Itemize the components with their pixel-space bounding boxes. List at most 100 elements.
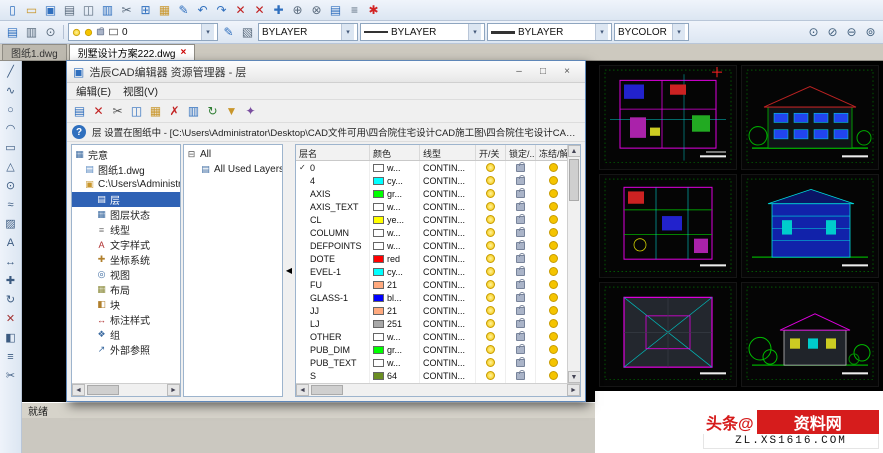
lock-icon[interactable] xyxy=(516,281,525,289)
layer-combo[interactable]: 0 ▾ xyxy=(68,23,218,41)
freeze-sun-icon[interactable] xyxy=(549,371,558,380)
freeze-sun-icon[interactable] xyxy=(549,267,558,276)
column-header-linetype[interactable]: 线型 xyxy=(420,145,476,160)
on-off-bulb-icon[interactable] xyxy=(486,228,495,237)
copy-icon[interactable]: ◫ xyxy=(128,103,145,119)
on-off-bulb-icon[interactable] xyxy=(486,241,495,250)
paste-icon[interactable]: ▦ xyxy=(147,103,164,119)
drawing-viewport-grid[interactable] xyxy=(595,61,883,391)
layer-color-cell[interactable]: 21 xyxy=(370,278,420,291)
layer-linetype-cell[interactable]: CONTIN... xyxy=(420,174,476,187)
layer-row[interactable]: AXIS_TEXT w... CONTIN... xyxy=(296,200,567,213)
column-header-lock[interactable]: 锁定/... xyxy=(506,145,536,160)
open-file-icon[interactable]: ▭ xyxy=(23,2,40,18)
layer-row[interactable]: CL ye... CONTIN... xyxy=(296,213,567,226)
layer-linetype-cell[interactable]: CONTIN... xyxy=(420,265,476,278)
delete-icon[interactable]: ✗ xyxy=(166,103,183,119)
lock-icon[interactable] xyxy=(516,359,525,367)
on-off-bulb-icon[interactable] xyxy=(486,267,495,276)
tree-item[interactable]: ↔ 标注样式 xyxy=(72,312,180,327)
layers-icon[interactable]: ▤ xyxy=(327,2,344,18)
circle-tool-icon[interactable]: ○ xyxy=(3,102,19,117)
cut-icon[interactable]: ✂ xyxy=(118,2,135,18)
erase-icon[interactable]: ✕ xyxy=(232,2,249,18)
layer-row[interactable]: JJ 21 CONTIN... xyxy=(296,304,567,317)
tree-item[interactable]: ✚ 坐标系统 xyxy=(72,252,180,267)
make-object-layer-icon[interactable]: ✎ xyxy=(220,24,237,40)
layer-row[interactable]: DOTE red CONTIN... xyxy=(296,252,567,265)
publish-icon[interactable]: ▥ xyxy=(99,2,116,18)
layer-linetype-cell[interactable]: CONTIN... xyxy=(420,239,476,252)
lock-icon[interactable] xyxy=(516,242,525,250)
chevron-down-icon[interactable]: ▾ xyxy=(468,24,481,40)
column-header-on-off[interactable]: 开/关 xyxy=(476,145,506,160)
chevron-down-icon[interactable]: ▾ xyxy=(341,24,354,40)
close-tab-icon[interactable]: × xyxy=(181,47,187,58)
offset-tool-icon[interactable]: ≡ xyxy=(3,349,19,364)
on-off-bulb-icon[interactable] xyxy=(486,293,495,302)
close-button[interactable]: × xyxy=(555,64,579,80)
scroll-right-icon[interactable]: ► xyxy=(567,384,580,396)
new-layer-icon[interactable]: ▤ xyxy=(71,103,88,119)
tab-villa-design[interactable]: 别墅设计方案222.dwg × xyxy=(69,44,196,60)
on-off-bulb-icon[interactable] xyxy=(486,371,495,380)
layer-row[interactable]: PUB_DIM gr... CONTIN... xyxy=(296,343,567,356)
erase-tool-icon[interactable]: ✕ xyxy=(3,311,19,326)
save-icon[interactable]: ▣ xyxy=(42,2,59,18)
help-icon[interactable]: ? xyxy=(72,125,86,139)
layer-row[interactable]: ✓0 w... CONTIN... xyxy=(296,161,567,174)
layer-color-cell[interactable]: w... xyxy=(370,239,420,252)
cut-icon[interactable]: ✂ xyxy=(109,103,126,119)
layer-color-cell[interactable]: 64 xyxy=(370,369,420,382)
text-tool-icon[interactable]: A xyxy=(3,235,19,250)
lock-icon[interactable] xyxy=(516,177,525,185)
dimension-tool-icon[interactable]: ↔ xyxy=(3,254,19,269)
lock-icon[interactable] xyxy=(516,307,525,315)
lock-icon[interactable] xyxy=(516,190,525,198)
layer-walk-icon[interactable]: ▧ xyxy=(239,24,256,40)
filter-tree-item[interactable]: ▤ All Used Layers xyxy=(184,162,282,177)
delete-icon[interactable]: ✕ xyxy=(251,2,268,18)
filter-icon[interactable]: ▼ xyxy=(223,103,240,119)
layer-linetype-cell[interactable]: CONTIN... xyxy=(420,213,476,226)
arc-tool-icon[interactable]: ◠ xyxy=(3,121,19,136)
isolate-objects-icon[interactable]: ⊙ xyxy=(805,24,822,40)
maximize-button[interactable]: □ xyxy=(531,64,555,80)
layer-color-cell[interactable]: w... xyxy=(370,356,420,369)
tree-item[interactable]: ↗ 外部参照 xyxy=(72,342,180,357)
redo-icon[interactable]: ↷ xyxy=(213,2,230,18)
lock-icon[interactable] xyxy=(516,216,525,224)
copy-icon[interactable]: ⊞ xyxy=(137,2,154,18)
layer-row[interactable]: COLUMN w... CONTIN... xyxy=(296,226,567,239)
on-off-bulb-icon[interactable] xyxy=(486,306,495,315)
layer-row[interactable]: FU 21 CONTIN... xyxy=(296,278,567,291)
column-header-name[interactable]: 层名 xyxy=(296,145,370,160)
layer-color-cell[interactable]: w... xyxy=(370,226,420,239)
freeze-sun-icon[interactable] xyxy=(549,163,558,172)
polygon-tool-icon[interactable]: △ xyxy=(3,159,19,174)
table-vertical-scrollbar[interactable]: ▲ ▼ xyxy=(567,145,580,383)
paste-icon[interactable]: ▦ xyxy=(156,2,173,18)
lock-icon[interactable] xyxy=(516,333,525,341)
freeze-sun-icon[interactable] xyxy=(549,228,558,237)
polyline-tool-icon[interactable]: ∿ xyxy=(3,83,19,98)
on-off-bulb-icon[interactable] xyxy=(486,189,495,198)
layer-color-cell[interactable]: ye... xyxy=(370,213,420,226)
chevron-down-icon[interactable]: ▾ xyxy=(672,24,685,40)
end-isolate-icon[interactable]: ⊚ xyxy=(862,24,879,40)
layer-linetype-cell[interactable]: CONTIN... xyxy=(420,343,476,356)
purge-icon[interactable]: ▥ xyxy=(185,103,202,119)
linetype-control-combo[interactable]: BYLAYER ▾ xyxy=(360,23,485,41)
scrollbar-thumb[interactable] xyxy=(311,385,343,395)
tree-item[interactable]: ◧ 块 xyxy=(72,297,180,312)
layer-color-cell[interactable]: red xyxy=(370,252,420,265)
zoom-in-icon[interactable]: ⊕ xyxy=(289,2,306,18)
layer-linetype-cell[interactable]: CONTIN... xyxy=(420,356,476,369)
freeze-sun-icon[interactable] xyxy=(549,345,558,354)
lock-icon[interactable] xyxy=(516,320,525,328)
on-off-bulb-icon[interactable] xyxy=(486,215,495,224)
layer-color-cell[interactable]: 251 xyxy=(370,317,420,330)
layer-linetype-cell[interactable]: CONTIN... xyxy=(420,291,476,304)
print-preview-icon[interactable]: ◫ xyxy=(80,2,97,18)
freeze-sun-icon[interactable] xyxy=(549,332,558,341)
